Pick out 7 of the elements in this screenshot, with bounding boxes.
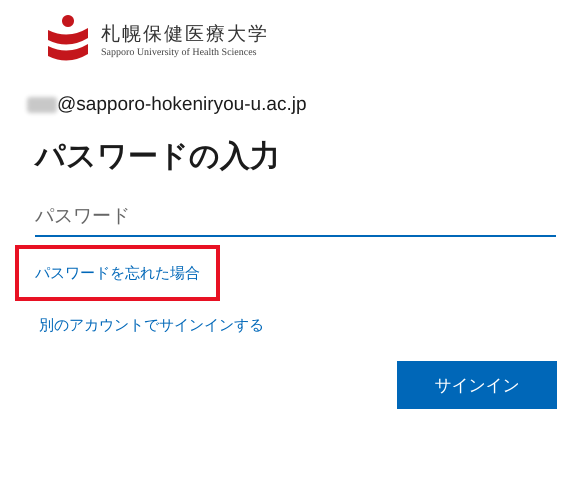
university-name: 札幌保健医療大学 (101, 22, 269, 46)
page-heading: パスワードの入力 (35, 138, 281, 176)
account-email: @sapporo-hokeniryou-u.ac.jp (57, 94, 307, 116)
sign-in-button[interactable]: サインイン (397, 361, 557, 409)
university-subtitle: Sapporo University of Health Sciences (101, 46, 258, 58)
text-link[interactable]: パスワードを忘れた場合 (35, 264, 200, 282)
text-link[interactable]: 別のアカウントでサインインする (39, 316, 264, 334)
